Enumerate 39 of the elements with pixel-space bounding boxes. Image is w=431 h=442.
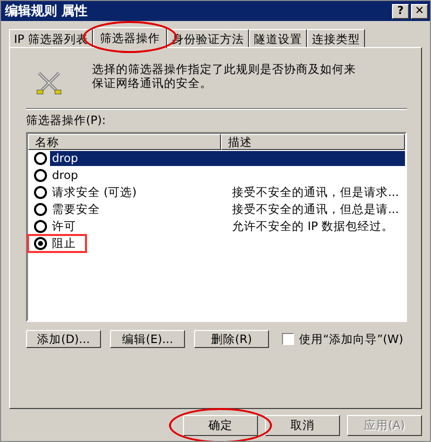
- description-cell-text: 接受不安全的通讯，但总是请...: [231, 202, 399, 217]
- list-row[interactable]: 请求安全 (可选) 接受不安全的通讯，但是请求...: [50, 185, 405, 200]
- name-cell-text: drop: [51, 168, 80, 183]
- window-title: 编辑规则 属性: [5, 2, 89, 20]
- name-cell-text: 请求安全 (可选): [51, 185, 138, 200]
- radio-button[interactable]: [34, 186, 47, 199]
- name-cell-text: 许可: [51, 219, 77, 234]
- column-header[interactable]: 名称: [28, 134, 221, 150]
- list-row[interactable]: drop: [50, 168, 405, 183]
- dialog-button[interactable]: 取消: [265, 415, 340, 436]
- action-button[interactable]: 编辑(E)...: [110, 330, 185, 348]
- column-header[interactable]: 描述: [221, 134, 405, 150]
- name-cell-text: 需要安全: [51, 202, 101, 217]
- list-label: 筛选器操作(P):: [26, 113, 107, 128]
- crossed-swords-icon: [36, 70, 62, 96]
- close-button[interactable]: ✕: [411, 4, 428, 18]
- tab[interactable]: 隧道设置: [248, 29, 307, 47]
- radio-button[interactable]: [34, 237, 47, 250]
- name-cell-text: 阻止: [51, 236, 77, 251]
- tab[interactable]: 筛选器操作: [92, 27, 167, 48]
- radio-button[interactable]: [34, 169, 47, 182]
- description-cell-text: 接受不安全的通讯，但是请求...: [231, 185, 399, 200]
- name-cell-text: drop: [51, 151, 80, 166]
- action-button[interactable]: 添加(D)...: [26, 330, 101, 348]
- action-button[interactable]: 删除(R): [194, 330, 269, 348]
- list-row[interactable]: 许可 允许不安全的 IP 数据包经过。: [50, 219, 405, 234]
- tab[interactable]: 连接类型: [306, 29, 365, 47]
- list-row[interactable]: 阻止: [50, 236, 405, 251]
- dialog-button[interactable]: 确定: [183, 415, 258, 436]
- checkbox[interactable]: [282, 333, 294, 345]
- description-cell-text: 允许不安全的 IP 数据包经过。: [231, 219, 394, 234]
- intro-text: 选择的筛选器操作指定了此规则是否协商及如何来保证网络通讯的安全。: [92, 62, 357, 90]
- help-button[interactable]: ?: [392, 4, 409, 18]
- list-row[interactable]: 需要安全 接受不安全的通讯，但总是请...: [50, 202, 405, 217]
- list-row[interactable]: drop: [50, 151, 405, 166]
- radio-button[interactable]: [34, 220, 47, 233]
- radio-button[interactable]: [34, 152, 47, 165]
- checkbox-label: 使用“添加向导”(W): [299, 332, 404, 346]
- radio-button[interactable]: [34, 203, 47, 216]
